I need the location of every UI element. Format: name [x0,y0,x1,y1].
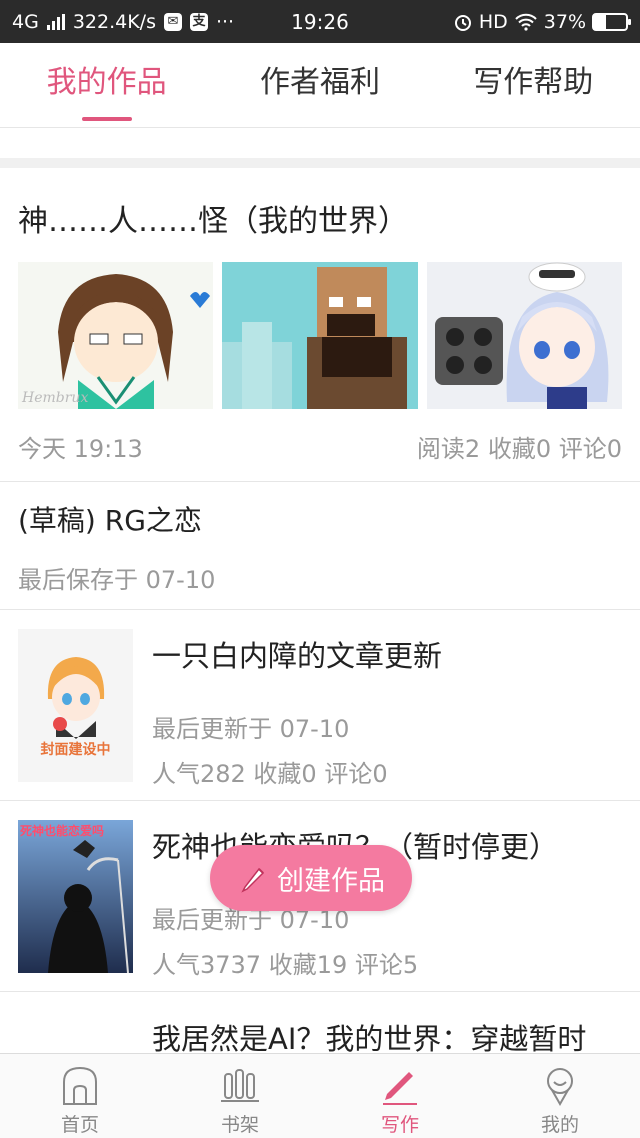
thumbnail-image[interactable]: Hembrux [18,262,214,409]
work-item[interactable]: 封面建设中 一只白内障的文章更新 最后更新于 07-10 人气282 收藏0 评… [0,610,640,801]
work-title: (草稿) RG之恋 [18,504,202,537]
work-item[interactable]: 神……人……怪（我的世界） Hembrux 今天 19:13 阅读2 收藏0 评… [0,168,640,482]
nav-label: 首页 [60,1114,99,1136]
pencil-icon [241,867,265,893]
cover-image[interactable]: 封面建设中 [18,629,133,782]
work-title: 神……人……怪（我的世界） [18,204,408,239]
work-stats: 人气282 收藏0 评论0 [152,760,388,788]
works-list: 神……人……怪（我的世界） Hembrux 今天 19:13 阅读2 收藏0 评… [0,168,640,1062]
work-images: Hembrux [18,262,622,409]
work-stats: 阅读2 收藏0 评论0 [416,435,622,463]
bottom-navigation: 首页 书架 写作 我的 [0,1053,640,1138]
home-icon [63,1066,97,1105]
cover-placeholder-text: 封面建设中 [40,742,111,758]
nav-label: 写作 [380,1114,419,1136]
thumbnail-image[interactable] [426,262,622,409]
nav-write[interactable]: 写作 [320,1054,480,1138]
work-stats: 人气3737 收藏19 评论5 [152,951,419,979]
last-updated: 最后更新于 07-10 [152,715,350,743]
cover-title-text: 死神也能恋爱吗 [20,824,105,838]
nav-label: 我的 [540,1114,579,1136]
nav-label: 书架 [220,1114,259,1136]
create-work-label: 创建作品 [277,865,385,897]
pen-icon [383,1072,417,1105]
nav-mine[interactable]: 我的 [480,1054,640,1138]
bookshelf-icon [221,1069,259,1102]
top-tabs: 我的作品 作者福利 写作帮助 [0,43,640,128]
battery-icon [592,12,631,31]
nav-bookshelf[interactable]: 书架 [160,1054,320,1138]
draft-item[interactable]: (草稿) RG之恋 最后保存于 07-10 [0,482,640,610]
nav-home[interactable]: 首页 [0,1054,160,1138]
user-icon [547,1068,573,1106]
tab-author-benefits[interactable]: 作者福利 [213,43,426,127]
thumbnail-image[interactable] [222,262,418,409]
work-title: 我居然是AI？我的世界：穿越暂时 [152,1022,587,1056]
status-bar: 4G 322.4K/s ✉ 支 ··· 19:26 HD 37% [0,0,640,43]
clock: 19:26 [291,10,349,34]
work-time: 今天 19:13 [18,435,143,463]
work-item[interactable]: 我居然是AI？我的世界：穿越暂时 [0,992,640,1062]
svg-text:Hembrux: Hembrux [21,390,88,406]
cover-image[interactable]: 死神也能恋爱吗 [18,820,133,973]
tab-writing-help[interactable]: 写作帮助 [427,43,640,127]
tab-my-works[interactable]: 我的作品 [0,43,213,127]
section-divider [0,158,640,168]
work-title: 一只白内障的文章更新 [152,639,443,673]
create-work-button[interactable]: 创建作品 [210,845,412,911]
last-saved: 最后保存于 07-10 [18,565,216,594]
